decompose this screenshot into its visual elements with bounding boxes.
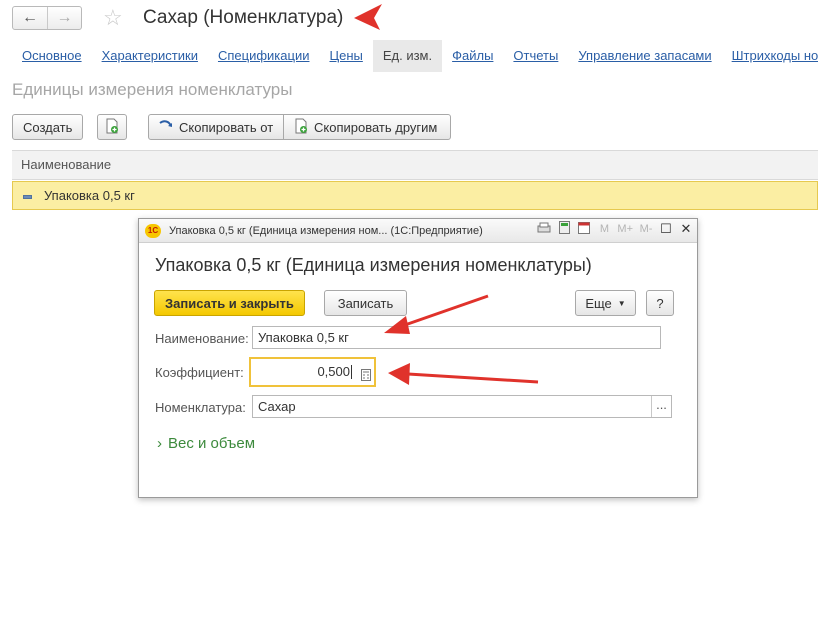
tab-barcodes[interactable]: Штрихкоды номе <box>722 40 818 72</box>
nomenclature-field-label: Номенклатура: <box>155 400 246 415</box>
tab-specifications[interactable]: Спецификации <box>208 40 320 72</box>
nomenclature-input[interactable]: Сахар ... <box>252 395 672 418</box>
tab-files[interactable]: Файлы <box>442 40 503 72</box>
tab-bar: Основное Характеристики Спецификации Цен… <box>12 40 818 72</box>
dialog-window-title: Упаковка 0,5 кг (Единица измерения ном..… <box>169 224 483 237</box>
name-field-label: Наименование: <box>155 331 249 346</box>
tab-units[interactable]: Ед. изм. <box>372 40 443 72</box>
back-button[interactable]: ← <box>13 7 47 29</box>
name-input[interactable]: Упаковка 0,5 кг <box>252 326 661 349</box>
maximize-icon[interactable]: ☐ <box>659 221 673 237</box>
calendar-icon[interactable] <box>577 221 591 237</box>
create-button[interactable]: Создать <box>12 114 84 140</box>
more-label: Еще <box>585 295 612 311</box>
memory-minus-button[interactable]: M- <box>639 223 653 235</box>
coefficient-input[interactable]: 0,500 <box>249 357 376 387</box>
app-logo-icon: 1С <box>145 223 161 238</box>
save-label: Записать <box>337 295 394 311</box>
tab-reports[interactable]: Отчеты <box>503 40 568 72</box>
save-button[interactable]: Записать <box>324 290 407 316</box>
field-separator <box>351 365 352 379</box>
save-and-close-label: Записать и закрыть <box>165 295 294 311</box>
create-copy-button[interactable] <box>97 114 127 140</box>
copy-from-label: Скопировать от <box>179 119 274 135</box>
create-button-label: Создать <box>23 119 73 135</box>
annotation-arrow-title <box>354 4 382 30</box>
forward-button[interactable]: → <box>47 7 81 29</box>
row-name: Упаковка 0,5 кг <box>44 188 135 203</box>
calculator-icon[interactable] <box>557 221 571 237</box>
unit-dialog: 1С Упаковка 0,5 кг (Единица измерения но… <box>138 218 698 498</box>
calculator-icon[interactable] <box>361 365 371 391</box>
arrow-left-icon: ← <box>22 9 38 26</box>
copy-to-others-label: Скопировать другим <box>314 119 438 135</box>
memory-button[interactable]: M <box>597 223 611 235</box>
favorite-star-icon[interactable]: ☆ <box>103 5 123 31</box>
document-add-icon <box>105 118 119 137</box>
arrow-right-icon: → <box>56 9 73 26</box>
history-nav: ← → <box>12 6 82 30</box>
tab-characteristics[interactable]: Характеристики <box>92 40 208 72</box>
help-label: ? <box>656 295 664 311</box>
dialog-tools: M M+ M- ☐ ✕ <box>537 221 693 237</box>
curved-arrow-icon <box>159 119 173 135</box>
save-and-close-button[interactable]: Записать и закрыть <box>154 290 305 316</box>
column-header-name[interactable]: Наименование <box>12 150 818 180</box>
tab-main[interactable]: Основное <box>12 40 92 72</box>
nomenclature-value: Сахар <box>258 399 296 414</box>
coefficient-field-label: Коэффициент: <box>155 365 244 380</box>
help-button[interactable]: ? <box>646 290 674 316</box>
page-title: Сахар (Номенклатура) <box>143 7 344 28</box>
tab-stock[interactable]: Управление запасами <box>568 40 721 72</box>
close-icon[interactable]: ✕ <box>679 221 693 237</box>
table-row[interactable]: Упаковка 0,5 кг <box>12 181 818 210</box>
dialog-heading: Упаковка 0,5 кг (Единица измерения номен… <box>155 255 592 275</box>
dropdown-arrow-icon: ▼ <box>617 298 626 308</box>
dialog-titlebar: 1С Упаковка 0,5 кг (Единица измерения но… <box>139 219 697 243</box>
select-button[interactable]: ... <box>651 396 671 417</box>
more-button[interactable]: Еще ▼ <box>575 290 636 316</box>
memory-plus-button[interactable]: M+ <box>617 223 633 235</box>
tab-prices[interactable]: Цены <box>319 40 372 72</box>
weight-volume-group[interactable]: › Вес и объем <box>157 435 255 452</box>
coefficient-value: 0,500 <box>317 364 350 379</box>
print-icon[interactable] <box>537 222 551 237</box>
document-copy-icon <box>294 118 308 137</box>
copy-to-others-button[interactable]: Скопировать другим <box>283 114 451 140</box>
row-item-icon <box>23 194 32 199</box>
section-title: Единицы измерения номенклатуры <box>12 80 293 99</box>
chevron-right-icon: › <box>157 435 162 452</box>
copy-from-button[interactable]: Скопировать от <box>148 114 284 140</box>
weight-volume-label: Вес и объем <box>168 435 256 452</box>
